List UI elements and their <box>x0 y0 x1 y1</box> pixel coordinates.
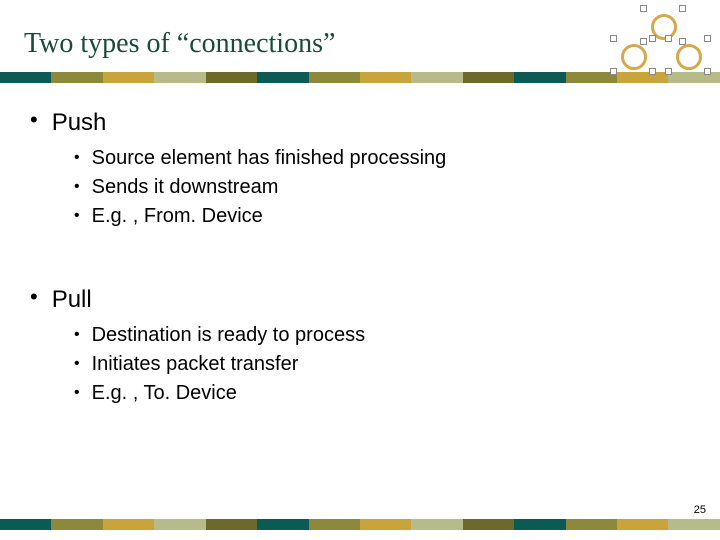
bullet-text: Initiates packet transfer <box>92 353 299 376</box>
bullet-icon: • <box>74 324 80 346</box>
bullet-level2: • Destination is ready to process <box>74 324 692 347</box>
bullet-level2: • Source element has finished processing <box>74 147 692 170</box>
slide-body: • Push • Source element has finished pro… <box>0 83 720 405</box>
bullet-level2: • E.g. , From. Device <box>74 205 692 228</box>
bullet-level2: • E.g. , To. Device <box>74 382 692 405</box>
corner-decoration-icon <box>615 8 710 73</box>
bullet-text: Source element has finished processing <box>92 147 447 170</box>
bullet-level1: • Push <box>30 109 692 137</box>
bullet-icon: • <box>74 205 80 227</box>
bullet-icon: • <box>30 109 38 131</box>
bullet-text: Sends it downstream <box>92 176 279 199</box>
divider-bar-bottom <box>0 519 720 530</box>
bullet-level2: • Initiates packet transfer <box>74 353 692 376</box>
bullet-icon: • <box>30 286 38 308</box>
bullet-text: E.g. , To. Device <box>92 382 237 405</box>
bullet-text: Push <box>52 109 107 137</box>
bullet-icon: • <box>74 382 80 404</box>
bullet-text: Pull <box>52 286 92 314</box>
bullet-text: E.g. , From. Device <box>92 205 263 228</box>
slide-title: Two types of “connections” <box>24 28 335 60</box>
bullet-icon: • <box>74 176 80 198</box>
bullet-icon: • <box>74 353 80 375</box>
bullet-text: Destination is ready to process <box>92 324 365 347</box>
bullet-level2: • Sends it downstream <box>74 176 692 199</box>
bullet-icon: • <box>74 147 80 169</box>
page-number: 25 <box>694 504 706 516</box>
bullet-level1: • Pull <box>30 286 692 314</box>
